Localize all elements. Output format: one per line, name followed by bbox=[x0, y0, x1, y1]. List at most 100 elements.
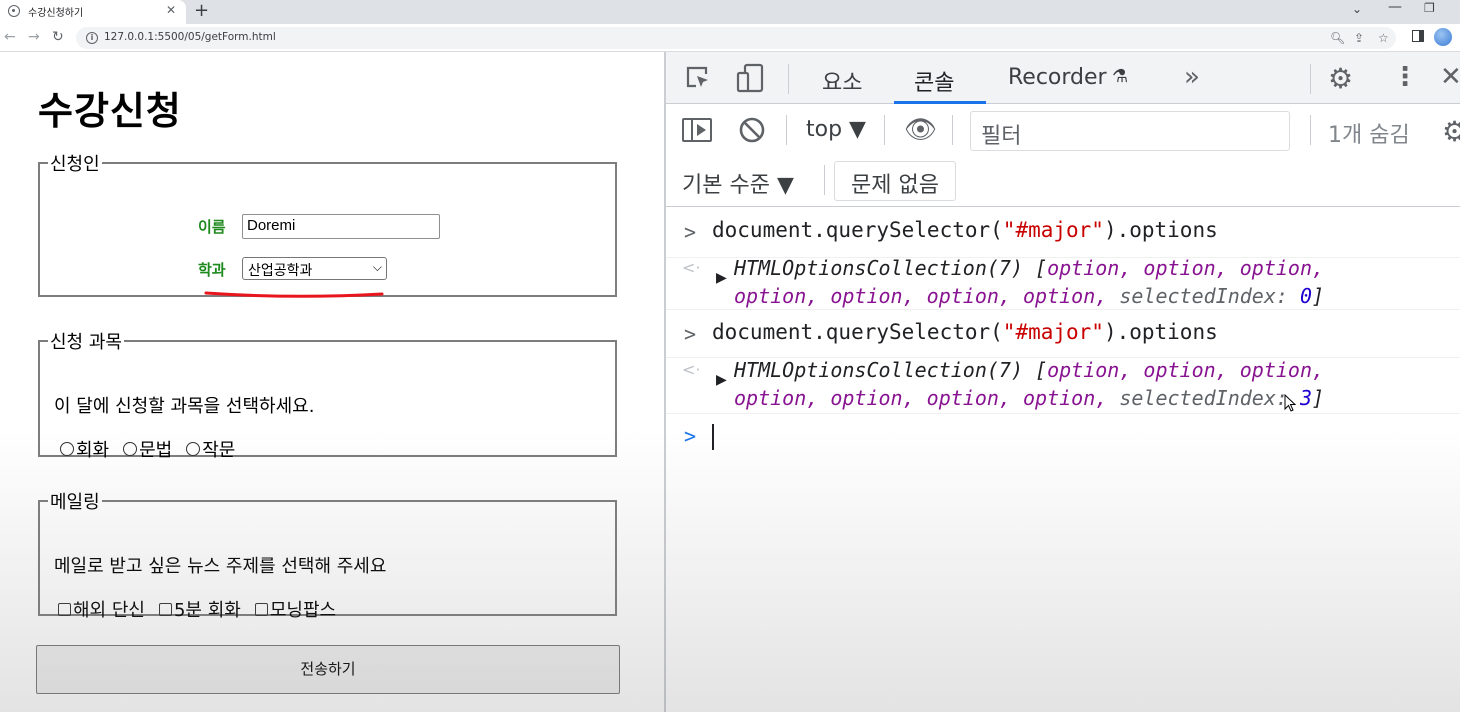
tab-search-chevron-icon[interactable]: ⌄ bbox=[1352, 2, 1362, 16]
close-icon[interactable]: ✕ bbox=[1440, 62, 1460, 92]
kebab-menu-icon[interactable]: ⋮ bbox=[1392, 62, 1418, 92]
share-icon[interactable]: ⇪ bbox=[1354, 31, 1364, 45]
name-label: 이름 bbox=[198, 218, 226, 236]
courses-instruction: 이 달에 신청할 과목을 선택하세요. bbox=[54, 396, 315, 417]
tab-console[interactable]: 콘솔 bbox=[914, 65, 954, 97]
page-viewport: 수강신청 신청인 이름 Doremi 학과 산업공학과 ⌵ 신청 과목 이 달에… bbox=[0, 52, 664, 712]
console-command[interactable]: document.querySelector("#major").options bbox=[712, 320, 1218, 344]
separator bbox=[786, 115, 787, 145]
separator bbox=[952, 115, 953, 145]
eye-icon[interactable]: 👁︎ bbox=[904, 115, 937, 145]
device-toolbar-icon[interactable] bbox=[736, 63, 764, 93]
active-tab-indicator bbox=[894, 101, 986, 104]
more-tabs-icon[interactable]: » bbox=[1184, 62, 1200, 92]
minimize-icon[interactable]: — bbox=[1388, 0, 1402, 15]
devtools-tab-bar: 요소 콘솔 Recorder ⚗ » ⚙ ⋮ ✕ bbox=[666, 52, 1460, 104]
mail-option-morning-pops[interactable]: 모닝팝스 bbox=[254, 596, 336, 622]
tab-title: 수강신청하기 bbox=[28, 8, 84, 19]
url-bar[interactable]: i 127.0.0.1:5500/05/getForm.html 🔍︎ ⇪ ☆ bbox=[76, 27, 1396, 49]
result-line[interactable]: HTMLOptionsCollection(7) [option, option… bbox=[734, 358, 1324, 382]
back-arrow-icon[interactable]: ← bbox=[4, 29, 16, 45]
console-result-row: <· ▶ HTMLOptionsCollection(7) [option, o… bbox=[666, 356, 1460, 414]
tab-elements[interactable]: 요소 bbox=[822, 65, 862, 97]
new-tab-button[interactable]: + bbox=[194, 0, 209, 21]
mailing-instruction: 메일로 받고 싶은 뉴스 주제를 선택해 주세요 bbox=[54, 556, 387, 577]
text-cursor bbox=[712, 424, 714, 450]
sidebar-toggle-icon[interactable] bbox=[682, 118, 712, 142]
devtools-panel: 요소 콘솔 Recorder ⚗ » ⚙ ⋮ ✕ top ▼ 👁︎ 필터 1개 … bbox=[664, 52, 1460, 712]
result-line[interactable]: HTMLOptionsCollection(7) [option, option… bbox=[734, 256, 1324, 280]
course-option-grammar[interactable]: 문법 bbox=[123, 436, 172, 462]
result-return-icon: <· bbox=[682, 258, 701, 277]
site-info-icon[interactable]: i bbox=[86, 32, 98, 44]
course-option-conversation[interactable]: 회화 bbox=[60, 436, 109, 462]
checkbox[interactable] bbox=[58, 602, 71, 616]
result-line[interactable]: option, option, option, option, selected… bbox=[734, 284, 1324, 308]
department-select[interactable]: 산업공학과 ⌵ bbox=[242, 257, 387, 280]
browser-tab[interactable]: 수강신청하기 ✕ bbox=[0, 0, 186, 24]
mailing-legend: 메일링 bbox=[50, 492, 100, 513]
address-toolbar: ← → ↻ i 127.0.0.1:5500/05/getForm.html 🔍… bbox=[0, 24, 1460, 52]
name-input[interactable]: Doremi bbox=[242, 214, 440, 239]
mail-option-overseas-news[interactable]: 해외 단신 bbox=[58, 596, 145, 622]
console-command[interactable]: document.querySelector("#major").options bbox=[712, 218, 1218, 242]
browser-tab-strip: 수강신청하기 ✕ + ⌄ — ❐ bbox=[0, 0, 1460, 24]
console-result-row: <· ▶ HTMLOptionsCollection(7) [option, o… bbox=[666, 254, 1460, 310]
profile-avatar[interactable] bbox=[1434, 28, 1452, 46]
filter-input[interactable]: 필터 bbox=[970, 111, 1290, 151]
department-select-value: 산업공학과 bbox=[248, 263, 313, 279]
mail-option-5min-conversation[interactable]: 5분 회화 bbox=[158, 596, 241, 622]
expand-triangle-icon[interactable]: ▶ bbox=[716, 270, 727, 286]
expand-triangle-icon[interactable]: ▶ bbox=[716, 372, 727, 388]
mailing-fieldset: 메일링 메일로 받고 싶은 뉴스 주제를 선택해 주세요 해외 단신 5분 회화… bbox=[38, 488, 617, 621]
inspect-element-icon[interactable] bbox=[684, 64, 712, 92]
department-label: 학과 bbox=[198, 261, 226, 279]
mailing-options: 해외 단신 5분 회화 모닝팝스 bbox=[58, 596, 336, 622]
console-toolbar-secondary: 기본 수준 ▼ 문제 없음 bbox=[666, 155, 1460, 207]
reload-icon[interactable]: ↻ bbox=[52, 29, 64, 45]
console-toolbar: top ▼ 👁︎ 필터 1개 숨김 ⚙ bbox=[666, 105, 1460, 155]
url-text[interactable]: 127.0.0.1:5500/05/getForm.html bbox=[104, 31, 276, 43]
tab-close-icon[interactable]: ✕ bbox=[166, 3, 176, 17]
issues-button[interactable]: 문제 없음 bbox=[834, 161, 956, 201]
forward-arrow-icon[interactable]: → bbox=[28, 29, 40, 45]
clear-console-icon[interactable] bbox=[738, 116, 766, 144]
applicant-fieldset: 신청인 이름 Doremi 학과 산업공학과 ⌵ bbox=[38, 150, 617, 298]
checkbox[interactable] bbox=[158, 602, 172, 616]
command-prompt-icon: > bbox=[684, 220, 697, 244]
courses-legend: 신청 과목 bbox=[50, 332, 122, 353]
separator bbox=[788, 64, 789, 94]
console-settings-gear-icon[interactable]: ⚙ bbox=[1442, 115, 1460, 148]
result-return-icon: <· bbox=[682, 360, 701, 379]
hidden-count-label[interactable]: 1개 숨김 bbox=[1328, 117, 1410, 149]
context-selector[interactable]: top ▼ bbox=[806, 117, 866, 142]
submit-button[interactable]: 전송하기 bbox=[36, 645, 620, 694]
tab-recorder[interactable]: Recorder bbox=[1008, 65, 1107, 90]
input-prompt-icon: > bbox=[684, 424, 697, 448]
mouse-pointer-icon bbox=[1284, 394, 1297, 412]
log-level-selector[interactable]: 기본 수준 ▼ bbox=[682, 167, 794, 199]
side-panel-icon[interactable] bbox=[1412, 30, 1424, 42]
applicant-legend: 신청인 bbox=[50, 154, 100, 175]
globe-icon bbox=[8, 5, 20, 17]
red-underline-annotation bbox=[204, 291, 384, 298]
separator bbox=[1310, 64, 1311, 94]
console-command-row: > document.querySelector("#major").optio… bbox=[666, 310, 1460, 358]
page-title: 수강신청 bbox=[38, 89, 182, 133]
radio-button[interactable] bbox=[60, 442, 74, 456]
courses-fieldset: 신청 과목 이 달에 신청할 과목을 선택하세요. 회화 문법 작문 bbox=[38, 328, 617, 461]
course-option-writing[interactable]: 작문 bbox=[186, 436, 235, 462]
restore-icon[interactable]: ❐ bbox=[1424, 1, 1435, 15]
bookmark-star-icon[interactable]: ☆ bbox=[1378, 31, 1389, 45]
flask-icon: ⚗ bbox=[1112, 66, 1129, 87]
separator bbox=[1310, 115, 1311, 145]
checkbox[interactable] bbox=[254, 602, 268, 616]
zoom-icon[interactable]: 🔍︎ bbox=[1330, 31, 1345, 45]
radio-button[interactable] bbox=[186, 442, 201, 456]
gear-icon[interactable]: ⚙ bbox=[1328, 62, 1353, 95]
result-line[interactable]: option, option, option, option, selected… bbox=[734, 386, 1324, 410]
chevron-down-icon: ⌵ bbox=[372, 260, 382, 274]
separator bbox=[884, 115, 885, 145]
radio-button[interactable] bbox=[123, 442, 138, 456]
console-input-row[interactable]: > bbox=[666, 424, 1460, 464]
